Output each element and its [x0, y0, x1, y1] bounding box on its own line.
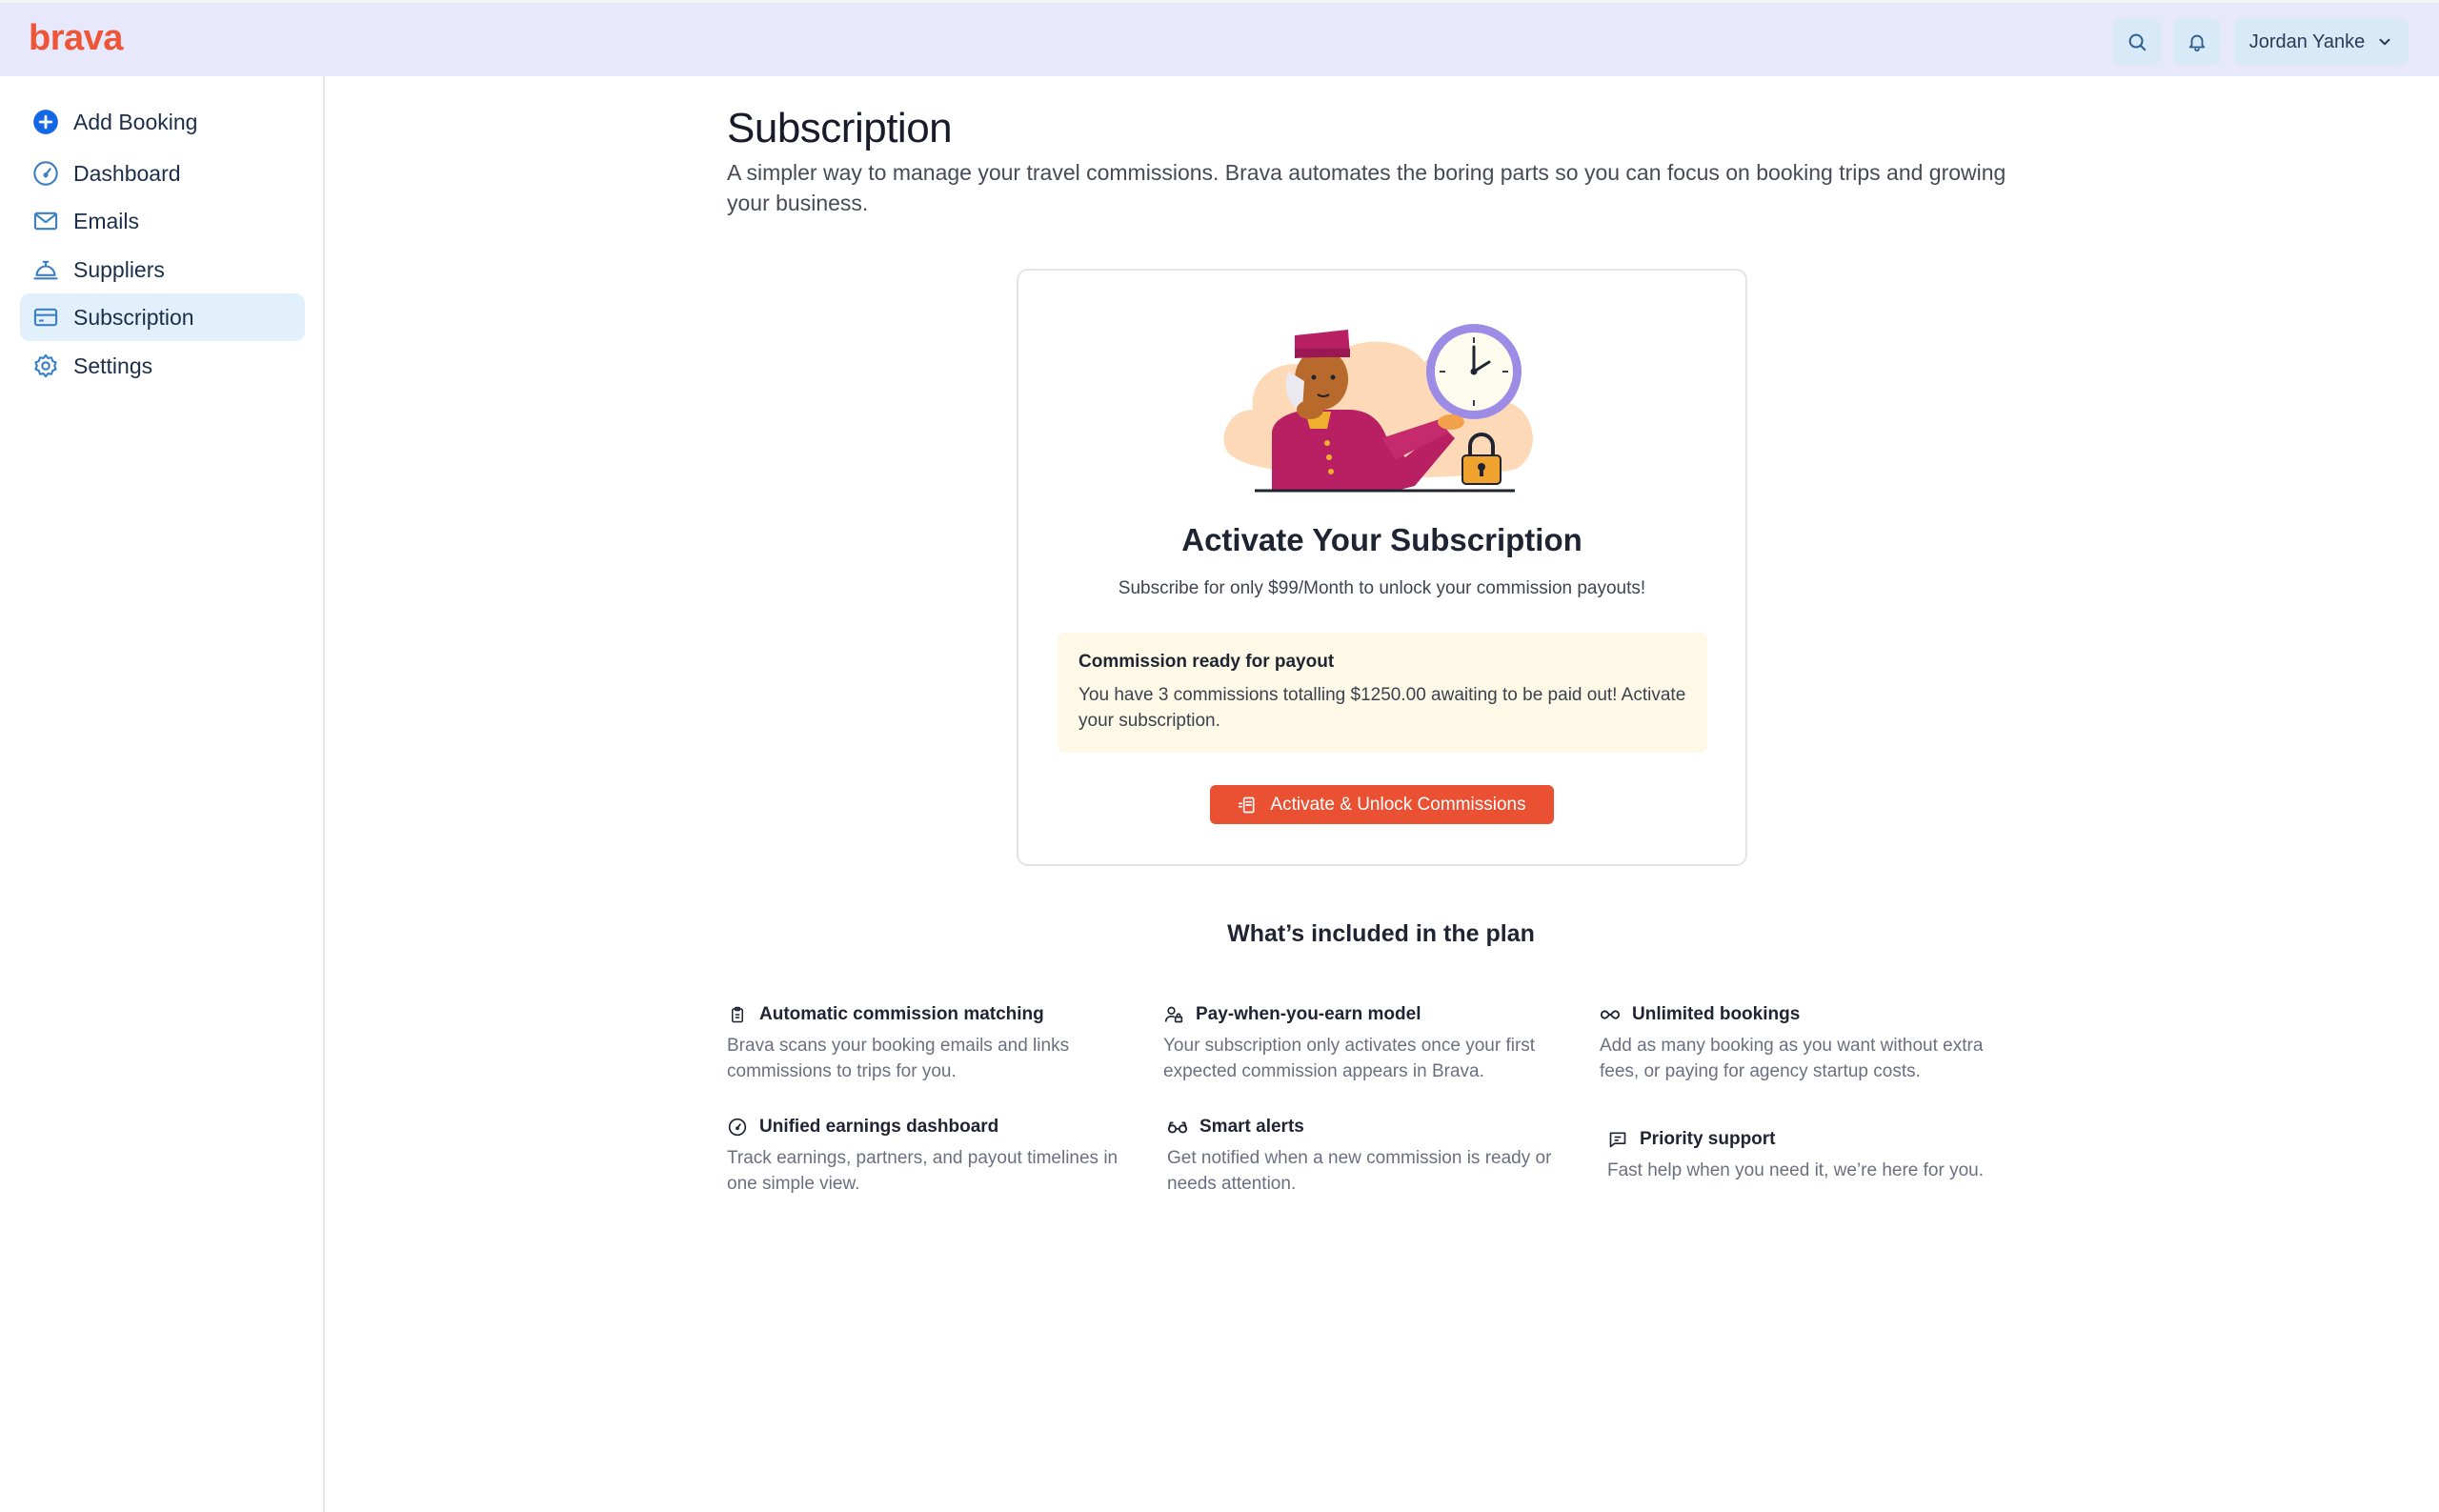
infinity-icon [1600, 1004, 1621, 1025]
user-lock-icon [1163, 1004, 1184, 1025]
payout-notice: Commission ready for payout You have 3 c… [1058, 633, 1707, 753]
feature-desc: Your subscription only activates once yo… [1163, 1036, 1536, 1081]
notice-text: You have 3 commissions totalling $1250.0… [1078, 685, 1686, 731]
notice-title: Commission ready for payout [1078, 652, 1335, 672]
sidebar-item-label: Emails [73, 208, 140, 233]
sidebar-item-label: Dashboard [73, 160, 181, 186]
cta-label: Activate & Unlock Commissions [1270, 794, 1526, 815]
gauge-icon [727, 1117, 748, 1138]
top-bar: brava Jordan Yanke [0, 0, 2439, 76]
page-description: A simpler way to manage your travel comm… [727, 160, 2006, 215]
plan-section-title: What’s included in the plan [1227, 920, 1535, 947]
sidebar-item-subscription[interactable]: Subscription [20, 293, 305, 341]
sidebar-item-dashboard[interactable]: Dashboard [20, 150, 305, 197]
feature-item: Smart alerts Get notified when a new com… [1167, 1115, 1586, 1197]
notifications-button[interactable] [2173, 19, 2221, 65]
feature-desc: Brava scans your booking emails and link… [727, 1036, 1070, 1081]
sidebar-item-suppliers[interactable]: Suppliers [20, 246, 305, 293]
feature-title: Unlimited bookings [1632, 1004, 1801, 1024]
feature-item: Unified earnings dashboard Track earning… [727, 1115, 1146, 1197]
message-icon [1607, 1129, 1628, 1150]
feature-title: Pay-when-you-earn model [1196, 1004, 1421, 1024]
search-button[interactable] [2113, 19, 2161, 65]
brand-logo[interactable]: brava [29, 18, 123, 59]
user-name: Jordan Yanke [2248, 30, 2366, 52]
activate-unlock-button[interactable]: Activate & Unlock Commissions [1210, 785, 1554, 824]
card-title: Activate Your Subscription [1181, 522, 1582, 557]
feature-item: Automatic commission matching Brava scan… [727, 1002, 1146, 1084]
sidebar-item-add-booking[interactable]: Add Booking [20, 98, 305, 146]
bellhop-clock-illustration [1223, 324, 1533, 493]
service-bell-icon [31, 255, 60, 284]
sidebar-item-label: Subscription [73, 304, 194, 330]
feature-desc: Get notified when a new commission is re… [1167, 1148, 1552, 1194]
plus-circle-icon [31, 108, 60, 136]
credit-card-icon [31, 303, 60, 332]
glasses-icon [1167, 1117, 1188, 1138]
user-menu-button[interactable]: Jordan Yanke [2234, 19, 2409, 65]
gauge-icon [31, 159, 60, 188]
cash-register-icon [1239, 796, 1255, 813]
feature-item: Unlimited bookings Add as many booking a… [1600, 1002, 2019, 1084]
sidebar-item-emails[interactable]: Emails [20, 197, 305, 245]
sidebar-item-settings[interactable]: Settings [20, 342, 305, 390]
sidebar-item-label: Add Booking [73, 109, 198, 134]
clipboard-icon [727, 1004, 748, 1025]
card-subtitle: Subscribe for only $99/Month to unlock y… [1118, 578, 1646, 598]
page-title: Subscription [727, 105, 953, 151]
feature-title: Smart alerts [1199, 1117, 1304, 1137]
feature-title: Priority support [1640, 1129, 1776, 1149]
feature-desc: Fast help when you need it, we’re here f… [1607, 1160, 1985, 1180]
gear-icon [31, 352, 60, 380]
feature-item: Pay-when-you-earn model Your subscriptio… [1163, 1002, 1582, 1084]
chevron-down-icon [2379, 38, 2390, 46]
sidebar-item-label: Settings [73, 353, 153, 378]
feature-desc: Add as many booking as you want without … [1600, 1036, 1984, 1081]
feature-item: Priority support Fast help when you need… [1607, 1127, 2026, 1183]
bell-icon [2188, 34, 2206, 52]
search-icon [2128, 33, 2147, 51]
feature-title: Automatic commission matching [759, 1004, 1044, 1024]
feature-title: Unified earnings dashboard [759, 1117, 999, 1137]
sidebar-item-label: Suppliers [73, 256, 165, 282]
mail-icon [31, 207, 60, 235]
feature-desc: Track earnings, partners, and payout tim… [727, 1148, 1119, 1194]
